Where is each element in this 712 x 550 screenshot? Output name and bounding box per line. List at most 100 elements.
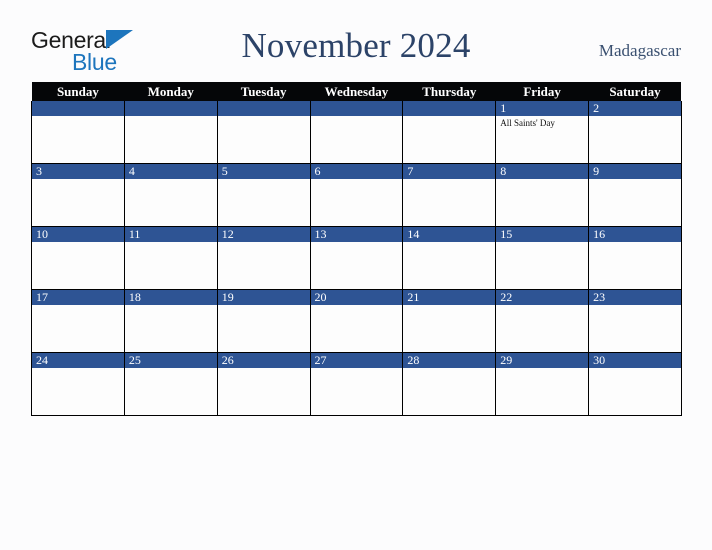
day-cell-18[interactable]: 18 [123,289,218,353]
day-cell-6[interactable]: 6 [309,163,404,227]
day-cell-25[interactable]: 25 [123,352,218,416]
day-events [218,242,310,244]
day-number: 2 [589,101,681,116]
day-number: 12 [217,227,310,242]
day-cell-11[interactable]: 11 [123,226,218,290]
calendar-page: General Blue November 2024 Madagascar Su… [0,0,712,550]
day-events [218,116,310,118]
day-events [496,179,588,181]
day-events [496,368,588,370]
day-cell-empty[interactable] [123,101,218,164]
day-cell-16[interactable]: 16 [588,226,682,290]
day-cell-1[interactable]: 1 All Saints' Day [495,101,590,164]
day-number: 27 [310,353,403,368]
day-cell-4[interactable]: 4 [123,163,218,227]
day-cell-12[interactable]: 12 [216,226,311,290]
day-events [589,368,681,370]
day-cell-26[interactable]: 26 [216,352,311,416]
day-events [403,305,495,307]
day-cell-empty[interactable] [402,101,497,164]
day-events [403,368,495,370]
day-events [311,179,403,181]
day-number [403,101,496,116]
day-events [589,179,681,181]
day-events [32,368,124,370]
day-events [589,116,681,118]
day-cell-15[interactable]: 15 [495,226,590,290]
day-number: 25 [124,353,217,368]
day-events [218,305,310,307]
day-number: 14 [403,227,496,242]
day-number: 29 [496,353,589,368]
day-number: 18 [124,290,217,305]
day-cell-empty[interactable] [309,101,404,164]
day-number: 15 [496,227,589,242]
day-number: 4 [124,164,217,179]
day-cell-9[interactable]: 9 [588,163,682,227]
day-events [32,179,124,181]
day-events [125,116,217,118]
day-cell-27[interactable]: 27 [309,352,404,416]
day-events [125,368,217,370]
day-number [217,101,310,116]
day-events [496,242,588,244]
weekday-header-wednesday: Wednesday [310,82,403,101]
day-cell-empty[interactable] [31,101,125,164]
day-cell-2[interactable]: 2 [588,101,682,164]
day-events [32,305,124,307]
day-number: 30 [589,353,681,368]
day-number: 22 [496,290,589,305]
day-cell-29[interactable]: 29 [495,352,590,416]
weekday-header-tuesday: Tuesday [217,82,311,101]
page-header: General Blue November 2024 Madagascar [0,0,712,82]
weekday-header-thursday: Thursday [402,82,496,101]
day-cell-20[interactable]: 20 [309,289,404,353]
day-cell-5[interactable]: 5 [216,163,311,227]
day-cell-3[interactable]: 3 [31,163,125,227]
day-number [124,101,217,116]
week-row: 1 All Saints' Day 2 [31,101,682,164]
day-cell-30[interactable]: 30 [588,352,682,416]
day-events [311,242,403,244]
week-row: 24 25 26 27 28 29 30 [31,352,682,416]
day-events [218,179,310,181]
day-events [311,116,403,118]
day-number: 8 [496,164,589,179]
day-number: 23 [589,290,681,305]
day-events [32,242,124,244]
day-number: 11 [124,227,217,242]
day-cell-28[interactable]: 28 [402,352,497,416]
day-number: 5 [217,164,310,179]
day-cell-7[interactable]: 7 [402,163,497,227]
day-number: 19 [217,290,310,305]
day-cell-21[interactable]: 21 [402,289,497,353]
week-row: 17 18 19 20 21 22 23 [31,289,682,353]
day-cell-empty[interactable] [216,101,311,164]
day-cell-24[interactable]: 24 [31,352,125,416]
day-events [589,305,681,307]
day-cell-22[interactable]: 22 [495,289,590,353]
day-number [32,101,124,116]
day-number [310,101,403,116]
day-number: 7 [403,164,496,179]
day-number: 26 [217,353,310,368]
day-cell-10[interactable]: 10 [31,226,125,290]
day-events [403,179,495,181]
day-number: 20 [310,290,403,305]
day-cell-13[interactable]: 13 [309,226,404,290]
weekday-header-row: Sunday Monday Tuesday Wednesday Thursday Frid… [31,82,682,101]
country-label: Madagascar [598,41,681,60]
day-events [403,116,495,118]
month-grid: Sunday Monday Tuesday Wednesday Thursday Frid… [31,82,682,416]
day-cell-8[interactable]: 8 [495,163,590,227]
day-number: 9 [589,164,681,179]
weekday-header-sunday: Sunday [31,82,125,101]
day-cell-23[interactable]: 23 [588,289,682,353]
day-cell-14[interactable]: 14 [402,226,497,290]
day-number: 28 [403,353,496,368]
day-cell-17[interactable]: 17 [31,289,125,353]
day-cell-19[interactable]: 19 [216,289,311,353]
day-number: 1 [496,101,589,116]
day-events: All Saints' Day [496,116,588,129]
day-number: 10 [32,227,124,242]
